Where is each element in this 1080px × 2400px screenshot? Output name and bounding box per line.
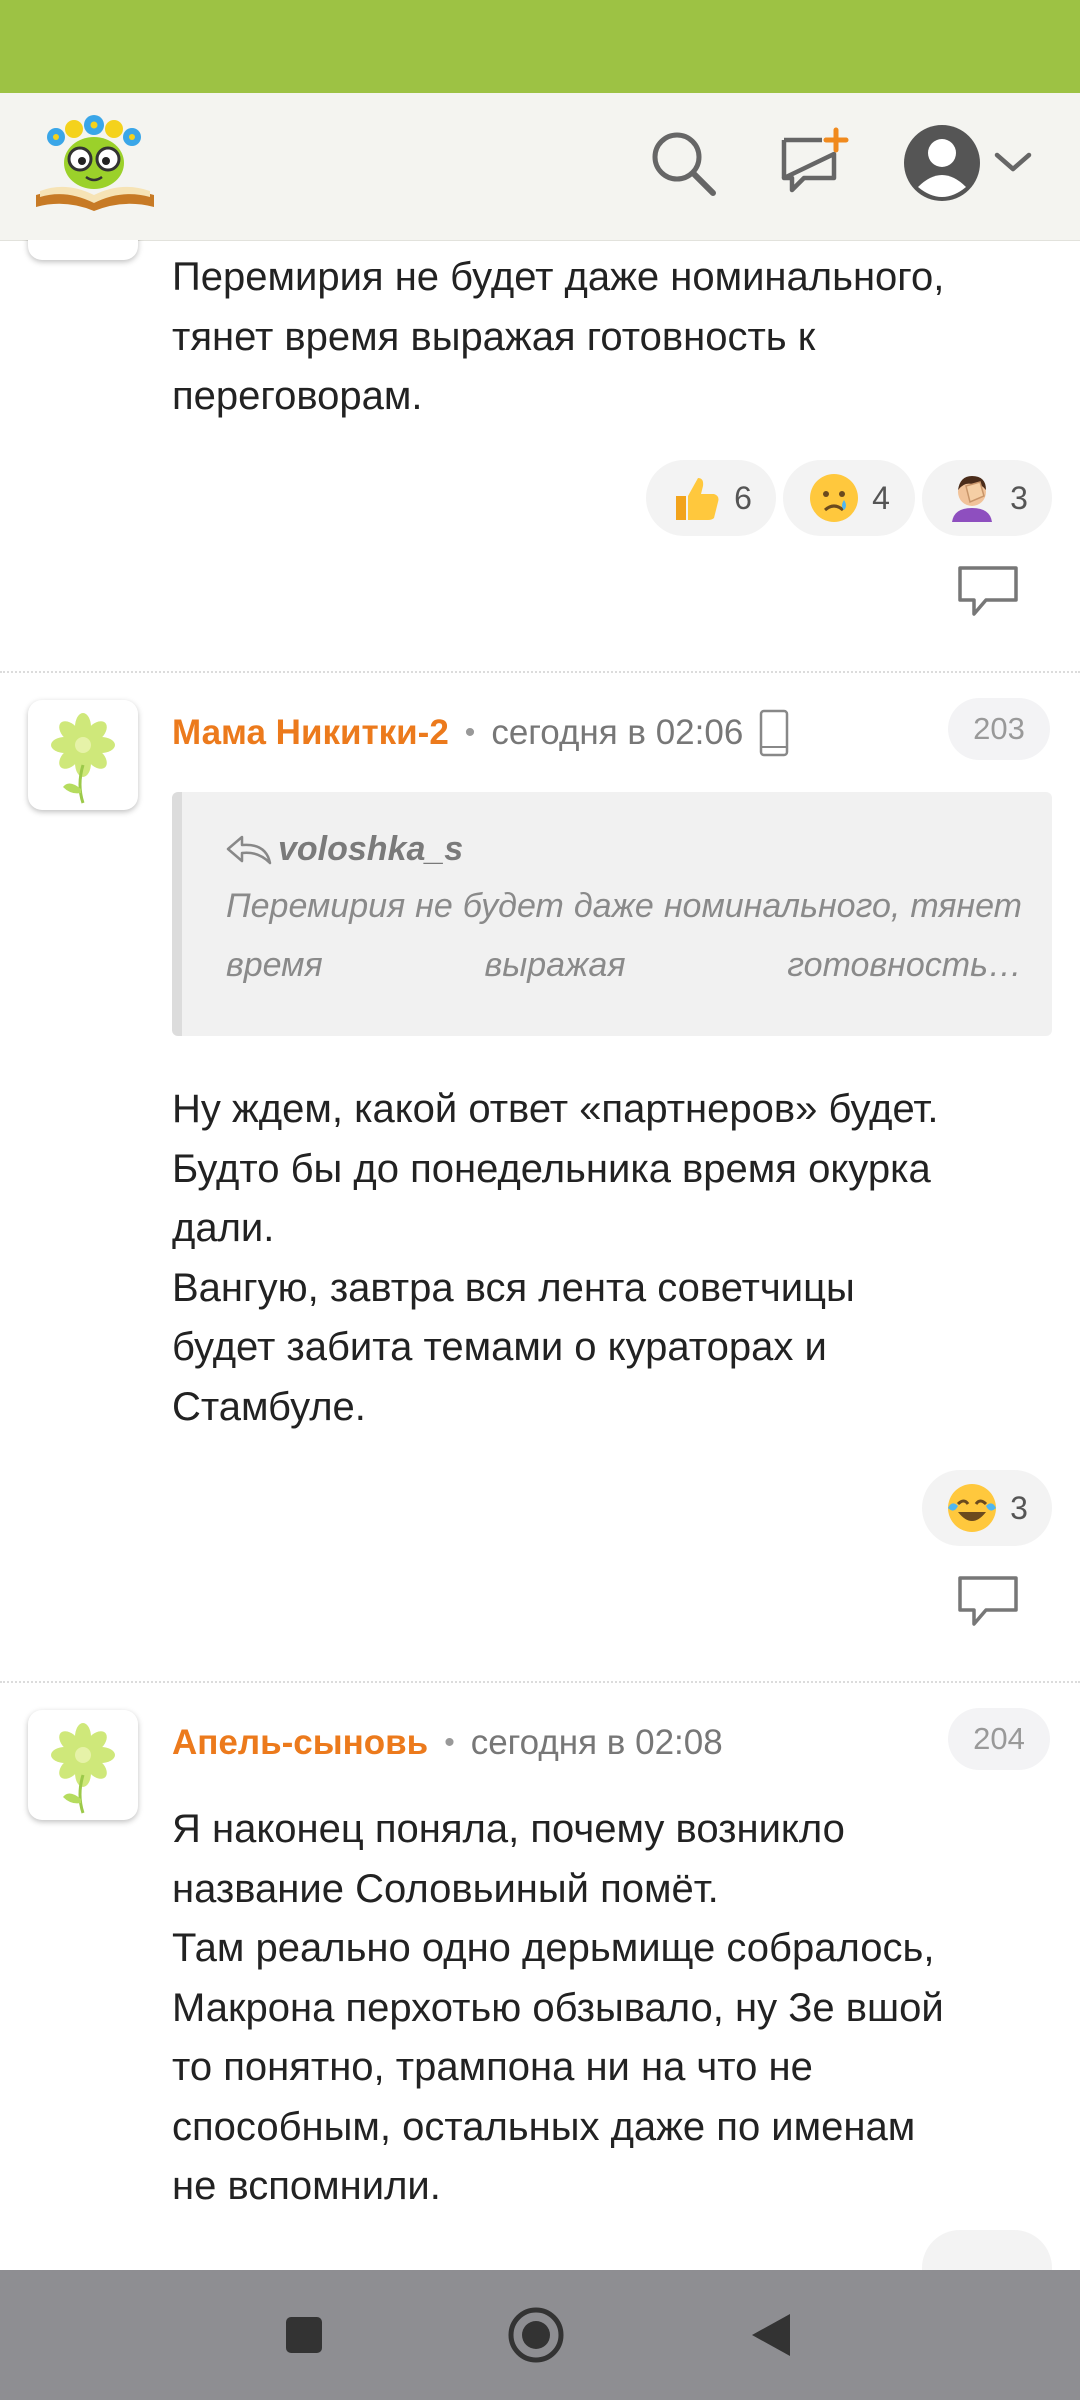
reply-icon[interactable] (956, 1572, 1020, 1630)
new-post-icon[interactable] (773, 123, 853, 203)
thumbs-up-icon (676, 478, 719, 520)
separator-dot: • (464, 716, 476, 749)
avatar-icon[interactable] (902, 123, 982, 203)
logo-icon[interactable] (30, 107, 160, 217)
crying-face-icon (810, 474, 859, 522)
facepalm-icon (952, 476, 993, 522)
comment-meta: Апель-сыновь • сегодня в 02:08 (172, 1713, 723, 1773)
reaction-crying[interactable]: 4 (783, 460, 915, 536)
separator-dot: • (444, 1726, 455, 1759)
reaction-count: 6 (734, 479, 752, 516)
quote-block[interactable]: voloshka_s Перемирия не будет даже номин… (172, 792, 1052, 1036)
search-icon[interactable] (643, 123, 723, 203)
comment-text: Перемирия не будет даже номинального, тя… (172, 255, 945, 418)
quote-header: voloshka_s (226, 830, 1022, 869)
tears-of-joy-icon (948, 1484, 997, 1532)
reply-icon[interactable] (956, 562, 1020, 620)
status-bar (0, 0, 1080, 93)
reaction-count: 4 (872, 479, 890, 516)
comment-text: Ну ждем, какой ответ «партнеров» будет. … (172, 1087, 939, 1429)
divider (0, 1681, 1080, 1683)
comment-meta: Мама Никитки-2 • сегодня в 02:06 (172, 703, 789, 763)
back-icon[interactable] (730, 2295, 810, 2375)
chevron-down-icon[interactable] (990, 123, 1036, 203)
reaction-count: 3 (1010, 479, 1028, 516)
quote-text: Перемирия не будет даже номинального, тя… (226, 887, 1022, 984)
reply-arrow-icon (226, 835, 272, 864)
comment-text: Я наконец поняла, почему возникло назван… (172, 1807, 944, 2208)
app-header (0, 93, 1080, 241)
recent-apps-icon[interactable] (264, 2295, 344, 2375)
reaction-tears-of-joy[interactable]: 3 (922, 1470, 1052, 1546)
reaction-partial[interactable] (922, 2230, 1052, 2270)
phone-icon (760, 709, 789, 757)
quote-author[interactable]: voloshka_s (278, 830, 463, 869)
reaction-thumbs-up[interactable]: 6 (646, 460, 776, 536)
avatar[interactable] (28, 240, 138, 260)
reaction-count: 3 (1010, 1489, 1028, 1526)
avatar[interactable] (28, 700, 138, 810)
home-icon[interactable] (496, 2295, 576, 2375)
author-name[interactable]: Мама Никитки-2 (172, 713, 449, 753)
divider (0, 671, 1080, 673)
system-navbar (0, 2270, 1080, 2400)
avatar[interactable] (28, 1710, 138, 1820)
reaction-facepalm[interactable]: 3 (922, 460, 1052, 536)
comments-feed: Перемирия не будет даже номинального, тя… (0, 240, 1080, 2270)
comment-number[interactable]: 203 (948, 698, 1050, 760)
author-name[interactable]: Апель-сыновь (172, 1723, 428, 1763)
comment-number[interactable]: 204 (948, 1708, 1050, 1770)
comment-time: сегодня в 02:08 (470, 1723, 723, 1762)
comment-time: сегодня в 02:06 (491, 713, 744, 752)
